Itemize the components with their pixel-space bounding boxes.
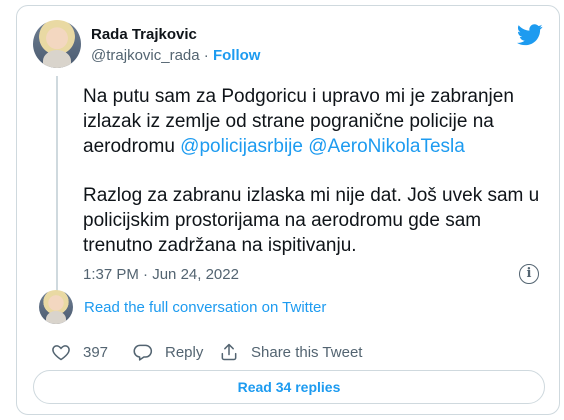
conversation-avatar <box>39 290 73 324</box>
read-conversation-link[interactable]: Read the full conversation on Twitter <box>84 299 326 316</box>
info-icon[interactable]: i <box>519 264 539 284</box>
handle-separator: · <box>203 47 209 64</box>
thread-line <box>56 76 58 292</box>
tweet-date: Jun 24, 2022 <box>152 266 239 283</box>
twitter-bird-icon[interactable] <box>517 24 543 46</box>
tweet-meta: 1:37 PM · Jun 24, 2022 i <box>83 264 543 286</box>
tweet-body: Na putu sam za Podgoricu i upravo mi je … <box>83 84 543 282</box>
tweet-actions: 397 Reply Share this Tweet <box>33 340 553 364</box>
tweet-header: Rada Trajkovic @trajkovic_rada · Follow <box>33 20 543 70</box>
tweet-card: Rada Trajkovic @trajkovic_rada · Follow … <box>16 5 560 415</box>
like-button[interactable]: 397 <box>51 340 108 364</box>
tweet-time: 1:37 PM <box>83 266 139 283</box>
share-icon <box>221 343 237 361</box>
mention-link[interactable]: @policijasrbije <box>180 136 303 157</box>
author-avatar[interactable] <box>33 20 81 68</box>
like-count: 397 <box>83 343 109 361</box>
author-name[interactable]: Rada Trajkovic <box>91 26 197 43</box>
tweet-paragraph-1: Na putu sam za Podgoricu i upravo mi je … <box>83 84 543 159</box>
follow-button[interactable]: Follow <box>213 47 261 64</box>
meta-separator: · <box>143 266 149 283</box>
tweet-timestamp[interactable]: 1:37 PM · Jun 24, 2022 <box>83 266 239 283</box>
share-label: Share this Tweet <box>251 343 363 361</box>
reply-icon <box>133 344 153 361</box>
read-replies-button[interactable]: Read 34 replies <box>33 370 545 404</box>
tweet-paragraph-2: Razlog za zabranu izlaska mi nije dat. J… <box>83 185 540 256</box>
author-handle-line: @trajkovic_rada · Follow <box>91 47 260 64</box>
conversation-row[interactable]: Read the full conversation on Twitter <box>39 290 439 326</box>
author-handle[interactable]: @trajkovic_rada <box>91 47 200 64</box>
heart-icon <box>52 345 70 361</box>
share-button[interactable]: Share this Tweet <box>219 340 362 364</box>
reply-label: Reply <box>165 343 204 361</box>
mention-link[interactable]: @AeroNikolaTesla <box>308 136 465 157</box>
reply-button[interactable]: Reply <box>133 340 203 364</box>
